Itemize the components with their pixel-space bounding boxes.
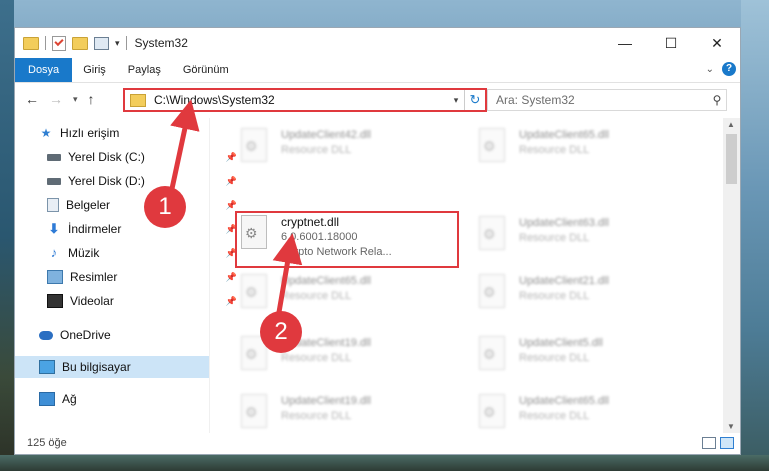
callout-1: 1 [144,186,186,228]
annotation-arrows [167,99,303,319]
arrow-to-file [272,233,303,319]
arrow-to-address-bar [167,99,200,199]
callout-2: 2 [260,311,302,353]
